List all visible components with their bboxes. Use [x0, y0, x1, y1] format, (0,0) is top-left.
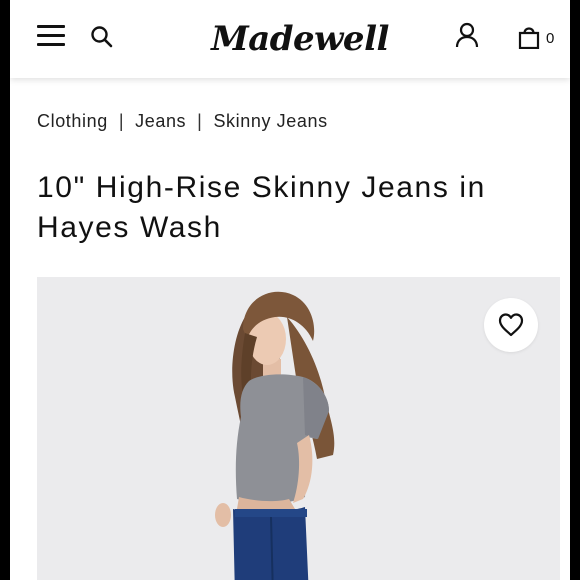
- breadcrumb-separator: |: [118, 111, 125, 131]
- breadcrumb-item-clothing[interactable]: Clothing: [37, 111, 108, 131]
- model-illustration: [37, 277, 560, 580]
- breadcrumb-item-skinny-jeans[interactable]: Skinny Jeans: [213, 111, 327, 131]
- bag-count[interactable]: 0: [546, 30, 554, 47]
- brand-logo[interactable]: Madewell: [210, 14, 390, 64]
- menu-icon[interactable]: [37, 25, 65, 47]
- breadcrumb: Clothing | Jeans | Skinny Jeans: [37, 111, 328, 132]
- heart-icon: [498, 313, 524, 337]
- product-page: Madewell 0 Clothing | Jeans | Skinny Jeans 1…: [10, 0, 570, 580]
- breadcrumb-separator: |: [197, 111, 203, 131]
- site-header: Madewell 0: [10, 0, 570, 78]
- search-icon[interactable]: [90, 25, 114, 49]
- wishlist-button[interactable]: [484, 298, 538, 352]
- breadcrumb-item-jeans[interactable]: Jeans: [135, 111, 186, 131]
- product-title: 10" High-Rise Skinny Jeans in Hayes Wash: [37, 171, 486, 244]
- bag-icon[interactable]: [518, 25, 540, 50]
- product-image[interactable]: [37, 277, 560, 580]
- account-icon[interactable]: [454, 22, 480, 48]
